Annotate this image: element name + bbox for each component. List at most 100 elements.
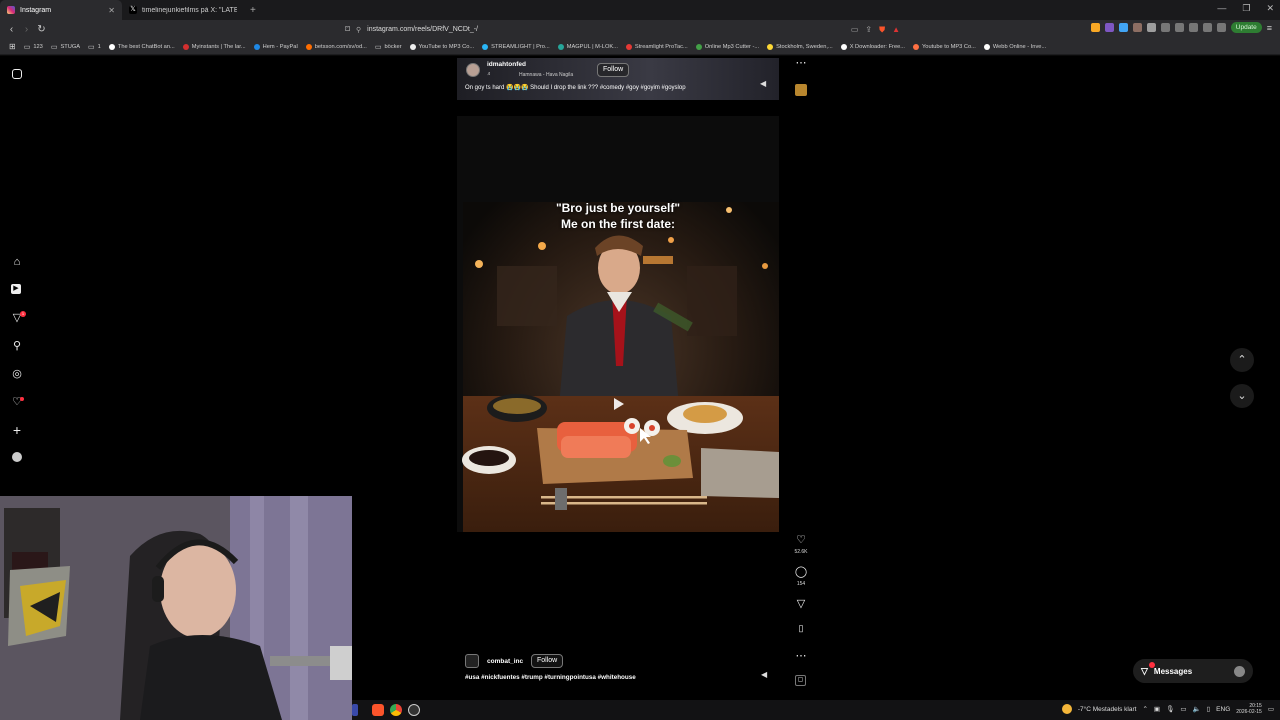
minimize-icon[interactable]: — — [1217, 3, 1226, 14]
language-indicator[interactable]: ENG — [1216, 706, 1230, 713]
brave-browser-icon[interactable] — [372, 704, 384, 716]
reload-icon[interactable]: ↻ — [34, 24, 49, 35]
tray-chevron-icon[interactable]: ⌃ — [1142, 705, 1147, 713]
share-send-icon[interactable]: ▽ — [794, 597, 808, 610]
next-reel-down-arrow-icon[interactable]: ⌄ — [1230, 384, 1254, 408]
tab-x-post[interactable]: 𝕏 timelinejunkiefilms på X: "LATE ANTI — [122, 0, 244, 20]
bookmark-item[interactable]: STREAMLIGHT | Pro... — [478, 43, 554, 50]
bookmark-item[interactable]: YouTube to MP3 Co... — [406, 43, 479, 50]
like-count[interactable]: 52.6K — [788, 549, 814, 555]
bookmark-item[interactable]: Youtube to MP3 Co... — [909, 43, 980, 50]
bookmark-item[interactable]: ▭ 123 — [20, 43, 47, 51]
comment-count[interactable]: 154 — [788, 581, 814, 587]
folder-icon: ▭ — [23, 43, 31, 51]
previous-reel-audio[interactable]: Hamnawa - Hava Nagila — [519, 72, 573, 78]
more-options-icon[interactable]: ⋯ — [794, 56, 808, 69]
sidebar-icon[interactable] — [1174, 23, 1184, 32]
site-icon — [767, 43, 774, 50]
vpn-icon[interactable] — [1216, 23, 1226, 32]
avatar[interactable] — [466, 63, 480, 77]
bookmark-item[interactable]: X Downloader: Free... — [837, 43, 909, 50]
tray-app-icon[interactable]: ▣ — [1154, 705, 1160, 713]
forward-icon[interactable]: › — [19, 24, 34, 35]
volume-tray-icon[interactable]: 🔈 — [1193, 705, 1201, 713]
instagram-logo-icon[interactable] — [12, 69, 22, 79]
volume-icon[interactable]: ◀ — [760, 79, 766, 88]
battery-icon[interactable]: ▯ — [1207, 705, 1211, 713]
bookmark-item[interactable]: ▭ böcker — [371, 43, 406, 51]
cast-icon[interactable]: ▭ — [851, 25, 859, 35]
previous-reel-caption: On goy ts hard 😭😭😭 Should I drop the lin… — [465, 85, 686, 91]
chrome-icon[interactable] — [390, 704, 402, 716]
bookmark-item[interactable]: Webb Online - Inve... — [980, 43, 1050, 50]
extension-icon[interactable] — [1188, 23, 1198, 32]
back-icon[interactable]: ‹ — [4, 24, 19, 35]
weather-text[interactable]: -7°C Mestadels klart — [1078, 706, 1137, 713]
previous-reel-up-arrow-icon[interactable]: ⌃ — [1230, 348, 1254, 372]
home-icon[interactable]: ⌂ — [11, 256, 23, 268]
previous-reel-handle[interactable]: idmahtonfed — [487, 61, 526, 68]
comment-icon[interactable]: ◯ — [794, 565, 808, 578]
reel-follow-button[interactable]: Follow — [531, 654, 564, 668]
messages-icon: ▽ — [1141, 665, 1148, 676]
share-icon[interactable]: ⇪ — [865, 25, 872, 35]
wallet-icon[interactable] — [1202, 23, 1212, 32]
audio-thumbnail-icon[interactable] — [795, 84, 807, 96]
previous-reel-card[interactable]: idmahtonfed ♬ Hamnawa - Hava Nagila Foll… — [457, 58, 779, 100]
app-icon[interactable] — [352, 704, 358, 716]
apps-grid-icon[interactable]: ⊞ — [5, 42, 20, 51]
reel-author-handle[interactable]: combat_inc — [487, 658, 523, 665]
extension-icon[interactable] — [1090, 23, 1100, 32]
messages-button[interactable]: ▽ Messages — [1133, 659, 1253, 683]
clock[interactable]: 20:15 2026-02-15 — [1236, 703, 1262, 715]
extension-icon[interactable] — [1132, 23, 1142, 32]
bookmark-item[interactable]: Myinstants | The lar... — [179, 43, 250, 50]
audio-thumbnail-icon[interactable]: ▢ — [795, 675, 806, 686]
extension-icon[interactable] — [1146, 23, 1156, 32]
more-options-icon[interactable]: ⋯ — [794, 649, 808, 662]
bookmark-item[interactable]: Online Mp3 Cutter -... — [692, 43, 763, 50]
music-icon[interactable] — [1160, 23, 1170, 32]
update-button[interactable]: Update — [1230, 22, 1262, 33]
bookmark-item[interactable]: MAGPUL | M-LOK... — [554, 43, 622, 50]
bookmark-item[interactable]: The best ChatBot an... — [105, 43, 179, 50]
url-field[interactable]: ⚲ instagram.com/reels/DRfV_NCDt_-/ ▭ ⇪ ⛊… — [356, 22, 900, 37]
extension-icon[interactable] — [1104, 23, 1114, 32]
bookmark-item[interactable]: Stockholm, Sweden,... — [763, 43, 837, 50]
site-info-icon[interactable]: ⚲ — [356, 26, 361, 34]
reel-video[interactable]: "Bro just be yourself" Me on the first d… — [457, 116, 779, 532]
brave-rewards-icon[interactable]: ▲ — [892, 25, 900, 35]
bookmark-item[interactable]: Hem - PayPal — [250, 43, 302, 50]
obs-icon[interactable] — [408, 704, 420, 716]
bookmark-label: betsson.com/sv/od... — [314, 43, 367, 50]
menu-icon[interactable]: ≡ — [1267, 23, 1272, 33]
bookmark-item[interactable]: ▭ 1 — [84, 43, 105, 51]
volume-icon[interactable]: ◀ — [761, 670, 767, 679]
microphone-icon[interactable]: 🎙 — [1166, 705, 1174, 713]
like-heart-icon[interactable]: ♡ — [794, 533, 808, 546]
search-icon[interactable]: ⚲ — [11, 340, 23, 352]
create-plus-icon[interactable]: + — [11, 423, 23, 437]
extension-icon[interactable] — [1118, 23, 1128, 32]
url-text: instagram.com/reels/DRfV_NCDt_-/ — [367, 26, 479, 33]
explore-icon[interactable]: ◎ — [11, 368, 23, 380]
close-window-icon[interactable]: ✕ — [1266, 3, 1274, 14]
previous-reel-follow-button[interactable]: Follow — [597, 63, 630, 77]
bookmark-item[interactable]: Streamlight ProTac... — [622, 43, 692, 50]
tab-instagram[interactable]: Instagram ✕ — [0, 0, 122, 20]
bookmarks-bar: ⊞ ▭ 123 ▭ STUGA ▭ 1 The best ChatBot an... Myin… — [0, 39, 1280, 55]
network-icon[interactable]: ▭ — [1180, 705, 1186, 713]
save-bookmark-icon[interactable]: ▯ — [794, 623, 808, 634]
bookmark-page-icon[interactable]: ⌑ — [340, 24, 355, 35]
profile-avatar-icon[interactable] — [12, 452, 22, 462]
brave-shield-icon[interactable]: ⛊ — [879, 25, 885, 35]
new-tab-icon[interactable]: + — [244, 5, 262, 16]
close-tab-icon[interactable]: ✕ — [108, 6, 115, 15]
notifications-icon[interactable]: ▭ — [1268, 705, 1274, 713]
bookmark-label: Online Mp3 Cutter -... — [704, 43, 760, 50]
bookmark-item[interactable]: ▭ STUGA — [47, 43, 84, 51]
restore-icon[interactable]: ❐ — [1242, 3, 1250, 14]
bookmark-item[interactable]: betsson.com/sv/od... — [302, 43, 371, 50]
reels-icon[interactable]: ▶ — [11, 284, 21, 294]
avatar[interactable] — [465, 654, 479, 668]
